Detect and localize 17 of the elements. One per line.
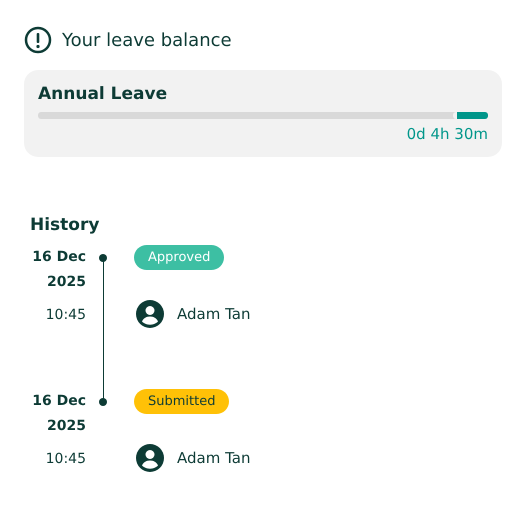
entry-time: 10:45 — [46, 451, 86, 467]
person-name: Adam Tan — [177, 305, 250, 323]
user-icon — [136, 444, 164, 472]
entry-date: 16 Dec 2025 — [32, 392, 86, 436]
leave-type: Annual Leave — [38, 84, 168, 104]
balance-reading: 0d 4h 30m — [406, 125, 488, 143]
entry-time: 10:45 — [46, 307, 86, 323]
entry-date: 16 Dec 2025 — [32, 248, 86, 292]
person-name: Adam Tan — [177, 449, 250, 467]
section-title: Your leave balance — [62, 30, 232, 50]
user-icon — [136, 300, 164, 328]
history-title: History — [30, 215, 100, 235]
alert-icon — [24, 26, 52, 54]
timeline-dot — [99, 398, 107, 406]
status-badge: Approved — [134, 245, 224, 270]
timeline-dot — [99, 254, 107, 262]
status-badge: Submitted — [134, 389, 230, 414]
